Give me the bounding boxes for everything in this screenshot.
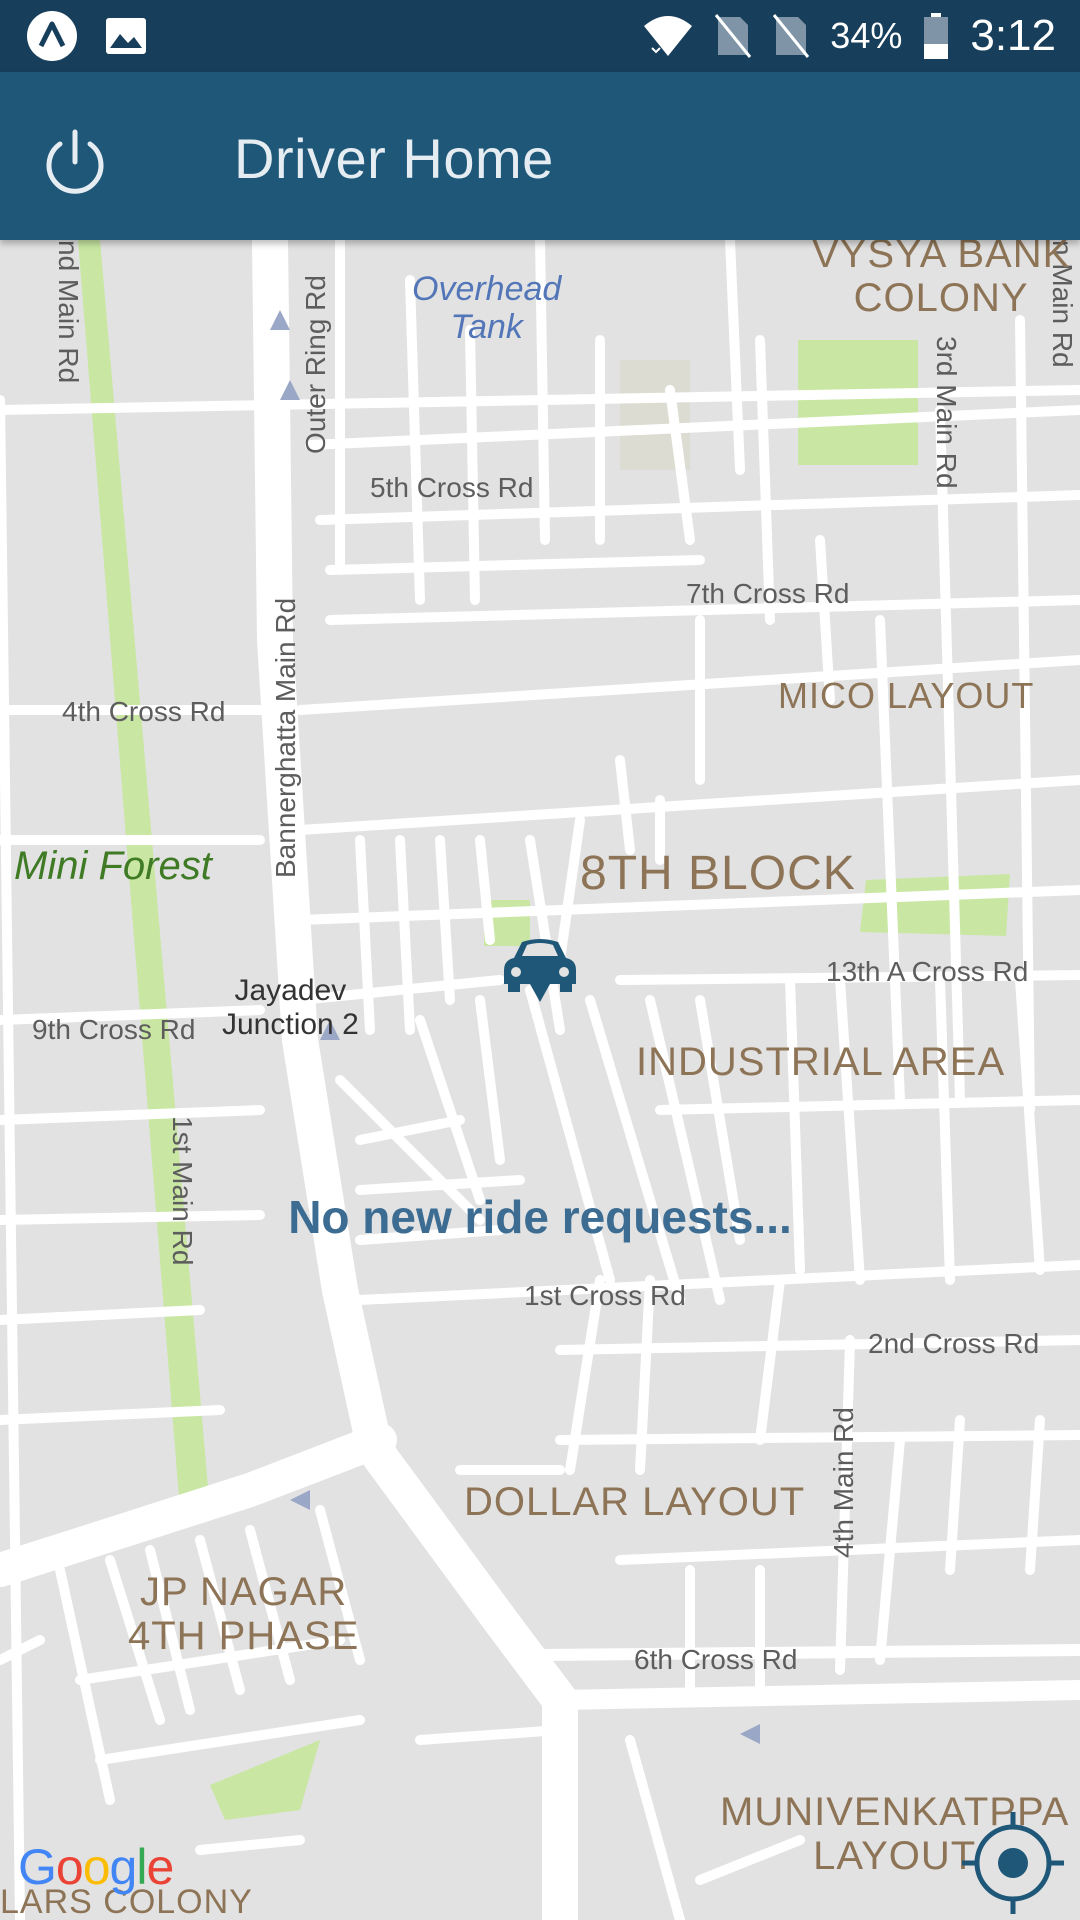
- map-view[interactable]: nd Main Rd Outer Ring Rd 5th Cross Rd 7t…: [0, 240, 1080, 1920]
- status-bar: 34% 3:12: [0, 0, 1080, 72]
- poi-label: Overhead Tank: [412, 270, 561, 346]
- status-bar-left: [26, 10, 148, 62]
- street-label: 9th Cross Rd: [32, 1014, 196, 1045]
- battery-percent: 34%: [830, 15, 903, 56]
- poi-label-line: Jayadev: [234, 974, 347, 1007]
- street-label: nd Main Rd: [53, 240, 84, 384]
- street-label: 4th Main Rd: [828, 1407, 859, 1558]
- google-logo: Google: [18, 1839, 174, 1895]
- page-title: Driver Home: [234, 127, 554, 190]
- no-requests-message: No new ride requests...: [288, 1191, 792, 1243]
- poi-label-line: Overhead: [412, 270, 562, 308]
- area-label: JP NAGAR 4TH PHASE: [128, 1570, 359, 1658]
- status-bar-right: 34% 3:12: [642, 0, 1056, 72]
- area-label-line: VYSYA BANK: [812, 240, 1071, 276]
- street-label: 13th A Cross Rd: [826, 956, 1029, 987]
- image-icon: [106, 18, 146, 54]
- area-label-line: COLONY: [853, 276, 1029, 320]
- poi-label-line: Junction 2: [222, 1008, 359, 1041]
- poi-label: Jayadev Junction 2: [222, 974, 359, 1042]
- street-label: 5th Cross Rd: [370, 472, 534, 503]
- street-label: Outer Ring Rd: [300, 275, 331, 454]
- area-label: 8TH BLOCK: [580, 847, 856, 900]
- battery-icon: [924, 13, 949, 59]
- street-label: 4th Cross Rd: [62, 696, 226, 727]
- street-label: 2nd Cross Rd: [868, 1328, 1040, 1359]
- area-label-line: JP NAGAR: [139, 1570, 348, 1614]
- street-label: Bannerghatta Main Rd: [270, 597, 301, 878]
- area-label: INDUSTRIAL AREA: [636, 1040, 1006, 1084]
- poi-label-line: Tank: [450, 308, 523, 346]
- area-label-line: 4TH PHASE: [128, 1614, 360, 1658]
- area-label: MICO LAYOUT: [778, 675, 1035, 716]
- my-location-icon[interactable]: [960, 1810, 1066, 1916]
- poi-label: Mini Forest: [14, 844, 212, 888]
- power-icon[interactable]: [38, 126, 112, 200]
- app-icon: [27, 11, 77, 61]
- street-label: 3rd Main Rd: [931, 336, 962, 489]
- no-sim-icon: [773, 14, 810, 58]
- street-label: 6th Cross Rd: [634, 1644, 798, 1675]
- street-label: 1st Cross Rd: [524, 1280, 686, 1311]
- area-label: VYSYA BANK COLONY: [812, 240, 1070, 320]
- app-bar: Driver Home: [0, 72, 1080, 240]
- street-label: 7th Cross Rd: [686, 578, 850, 609]
- area-label: DOLLAR LAYOUT: [464, 1480, 806, 1524]
- clock: 3:12: [970, 11, 1056, 60]
- wifi-icon: [644, 16, 693, 56]
- car-marker-icon[interactable]: [500, 936, 580, 1006]
- no-sim-icon: [715, 14, 752, 58]
